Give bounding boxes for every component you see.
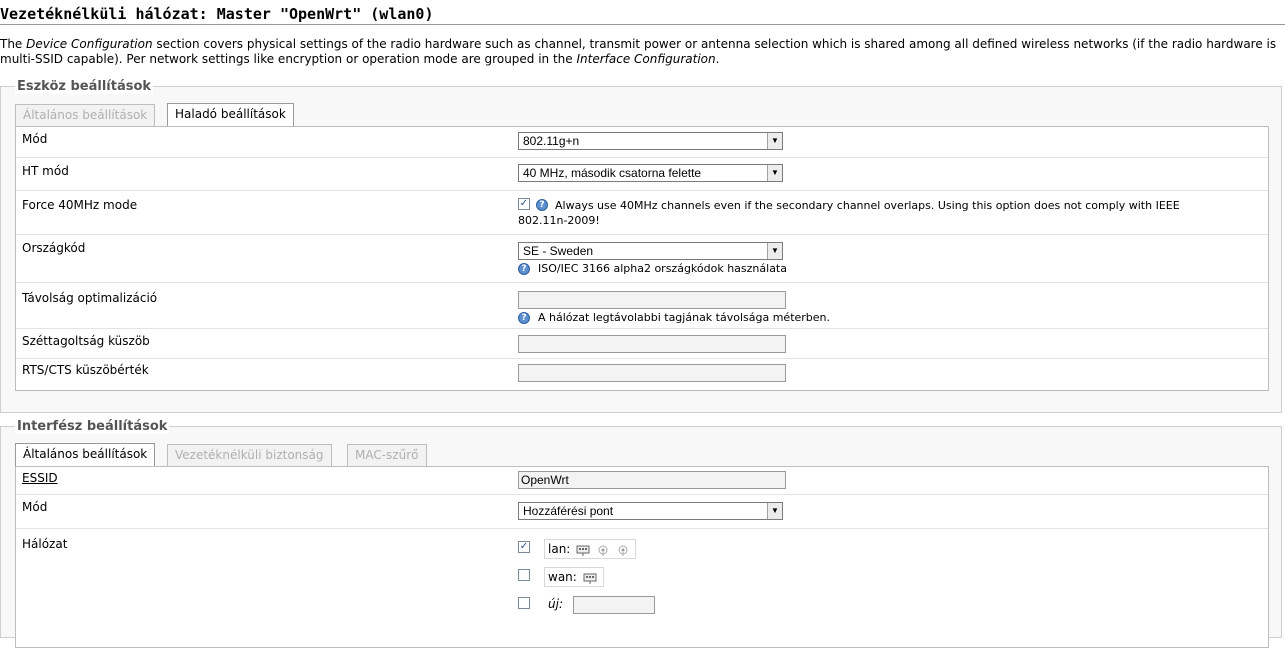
wifi-icon bbox=[598, 545, 608, 556]
distance-label: Távolság optimalizáció bbox=[22, 291, 158, 305]
iface-mode-select-value: Hozzáférési pont bbox=[523, 504, 614, 518]
tab-iface-security[interactable]: Vezetéknélküli biztonság bbox=[167, 444, 332, 466]
country-select[interactable]: SE - Sweden ▼ bbox=[518, 242, 783, 260]
frag-label: Széttagoltság küszöb bbox=[22, 334, 150, 348]
row-rts: RTS/CTS küszöbérték bbox=[16, 359, 1268, 389]
rts-input[interactable] bbox=[518, 364, 786, 382]
tab-iface-macfilter[interactable]: MAC-szűrő bbox=[347, 444, 427, 466]
htmode-select-value: 40 MHz, második csatorna felette bbox=[523, 166, 702, 180]
interface-config-legend: Interfész beállítások bbox=[15, 419, 170, 434]
help-icon: ? bbox=[518, 263, 530, 275]
mode-select-value: 802.11g+n bbox=[523, 134, 580, 148]
network-new-checkbox[interactable] bbox=[518, 597, 530, 609]
network-wan-checkbox[interactable] bbox=[518, 569, 530, 581]
country-select-value: SE - Sweden bbox=[523, 244, 594, 258]
country-description: ISO/IEC 3166 alpha2 országkódok használa… bbox=[538, 262, 787, 275]
ethernet-port-icon bbox=[576, 545, 590, 556]
chevron-down-icon: ▼ bbox=[767, 165, 782, 181]
tab-device-advanced[interactable]: Haladó beállítások bbox=[167, 103, 294, 126]
row-iface-mode: Mód Hozzáférési pont ▼ bbox=[16, 495, 1268, 529]
network-label: Hálózat bbox=[22, 537, 68, 551]
essid-input[interactable]: OpenWrt bbox=[518, 471, 786, 489]
force40-description: Always use 40MHz channels even if the se… bbox=[518, 199, 1180, 227]
row-htmode: HT mód 40 MHz, második csatorna felette … bbox=[16, 158, 1268, 191]
chevron-down-icon: ▼ bbox=[767, 133, 782, 149]
iface-mode-select[interactable]: Hozzáférési pont ▼ bbox=[518, 502, 783, 520]
frag-input[interactable] bbox=[518, 335, 786, 353]
row-essid: ESSID OpenWrt bbox=[16, 467, 1268, 495]
section-description: The Device Configuration section covers … bbox=[0, 37, 1277, 66]
network-new-label: új: bbox=[548, 597, 563, 611]
row-mode: Mód 802.11g+n ▼ bbox=[16, 127, 1268, 158]
chevron-down-icon: ▼ bbox=[767, 243, 782, 259]
device-advanced-panel: Mód 802.11g+n ▼ HT mód 40 MHz, második c… bbox=[15, 126, 1269, 391]
network-new-input[interactable] bbox=[573, 596, 655, 614]
network-wan-name: wan: bbox=[548, 570, 577, 584]
country-label: Országkód bbox=[22, 241, 86, 255]
ethernet-port-icon bbox=[583, 573, 597, 584]
distance-description: A hálózat legtávolabbi tagjának távolság… bbox=[538, 311, 831, 324]
chevron-down-icon: ▼ bbox=[767, 503, 782, 519]
tab-device-general[interactable]: Általános beállítások bbox=[15, 104, 156, 126]
htmode-select[interactable]: 40 MHz, második csatorna felette ▼ bbox=[518, 164, 783, 182]
force40-label: Force 40MHz mode bbox=[22, 198, 138, 212]
iface-mode-label: Mód bbox=[22, 500, 48, 514]
row-force40: Force 40MHz mode ✓ ? Always use 40MHz ch… bbox=[16, 191, 1268, 235]
tab-iface-general[interactable]: Általános beállítások bbox=[15, 443, 156, 466]
network-lan-name: lan: bbox=[548, 542, 571, 556]
distance-input[interactable] bbox=[518, 291, 786, 309]
page-title: Vezetéknélküli hálózat: Master "OpenWrt"… bbox=[0, 5, 1285, 25]
network-lan-checkbox[interactable]: ✓ bbox=[518, 541, 530, 553]
help-icon: ? bbox=[518, 312, 530, 324]
interface-config-fieldset: Interfész beállítások Általános beállítá… bbox=[0, 419, 1282, 648]
essid-label: ESSID bbox=[22, 471, 58, 485]
mode-label: Mód bbox=[22, 132, 48, 146]
row-network: Hálózat ✓ lan: wan: új: bbox=[16, 529, 1268, 639]
row-frag: Széttagoltság küszöb bbox=[16, 329, 1268, 359]
htmode-label: HT mód bbox=[22, 164, 69, 178]
network-wan[interactable]: wan: bbox=[544, 567, 604, 587]
rts-label: RTS/CTS küszöbérték bbox=[22, 363, 149, 377]
device-config-fieldset: Eszköz beállítások Általános beállítások… bbox=[0, 79, 1282, 413]
row-country: Országkód SE - Sweden ▼ ? ISO/IEC 3166 a… bbox=[16, 235, 1268, 283]
device-config-legend: Eszköz beállítások bbox=[15, 79, 154, 94]
network-lan[interactable]: lan: bbox=[544, 539, 636, 559]
wifi-icon bbox=[618, 545, 628, 556]
mode-select[interactable]: 802.11g+n ▼ bbox=[518, 132, 783, 150]
row-distance: Távolság optimalizáció ? A hálózat legtá… bbox=[16, 283, 1268, 329]
